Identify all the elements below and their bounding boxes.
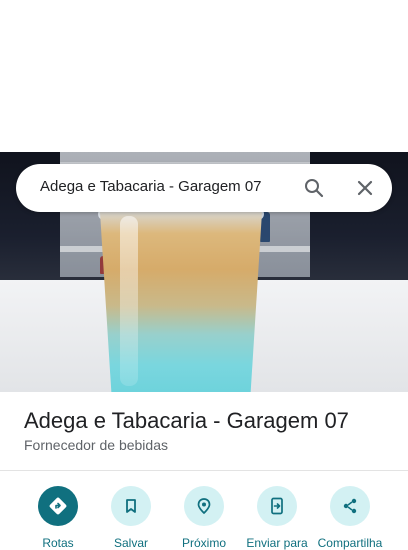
save-button[interactable]: Salvar bbox=[93, 486, 169, 550]
search-query[interactable]: Adega e Tabacaria - Garagem 07 bbox=[40, 178, 262, 195]
share-icon bbox=[330, 486, 370, 526]
directions-label: Rotas bbox=[42, 536, 74, 550]
share-label: Compartilha bbox=[317, 536, 383, 550]
search-icon[interactable] bbox=[302, 176, 326, 200]
nearby-button[interactable]: Próximo bbox=[166, 486, 242, 550]
send-to-phone-label: Enviar para bbox=[246, 536, 308, 550]
close-icon[interactable] bbox=[353, 176, 377, 200]
nearby-icon bbox=[184, 486, 224, 526]
place-category[interactable]: Fornecedor de bebidas bbox=[24, 437, 168, 453]
cup-shine bbox=[120, 216, 138, 386]
bookmark-icon bbox=[111, 486, 151, 526]
action-bar: Rotas Salvar Próximo Enviar para Compart… bbox=[0, 486, 408, 550]
send-to-phone-icon bbox=[257, 486, 297, 526]
directions-button[interactable]: Rotas bbox=[20, 486, 96, 550]
blank-area bbox=[0, 0, 408, 152]
directions-icon bbox=[38, 486, 78, 526]
nearby-label: Próximo bbox=[181, 536, 226, 550]
divider bbox=[0, 470, 408, 471]
place-title: Adega e Tabacaria - Garagem 07 bbox=[24, 408, 349, 433]
send-to-phone-button[interactable]: Enviar para bbox=[239, 486, 315, 550]
save-label: Salvar bbox=[113, 536, 148, 550]
search-bar[interactable]: Adega e Tabacaria - Garagem 07 bbox=[16, 164, 392, 212]
share-button[interactable]: Compartilha bbox=[312, 486, 388, 550]
